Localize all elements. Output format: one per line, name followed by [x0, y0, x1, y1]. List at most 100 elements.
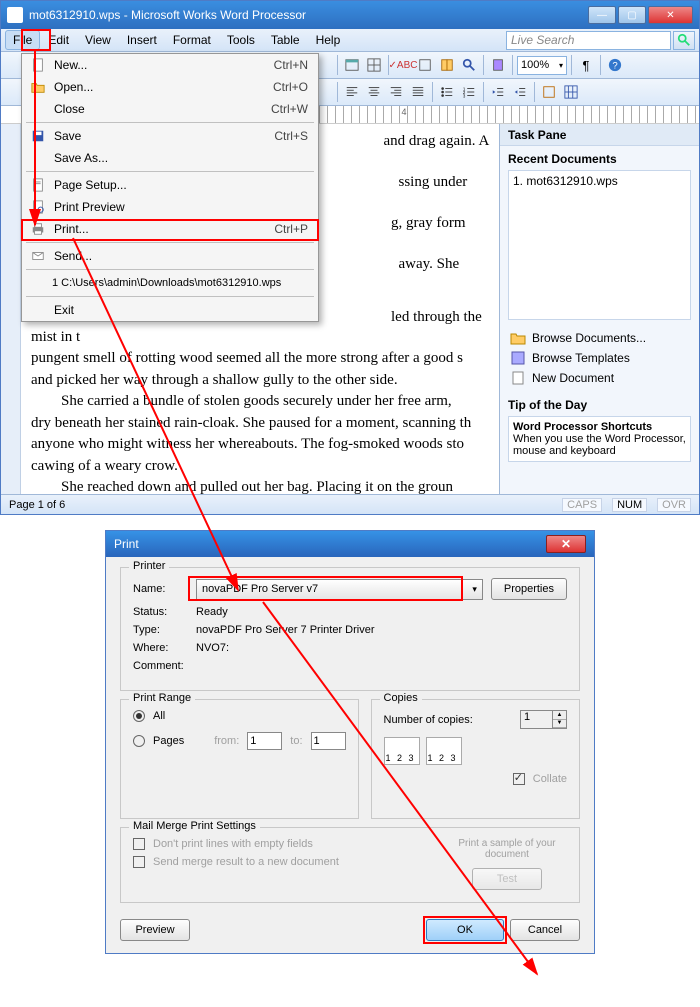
copies-spinner[interactable]: 1 ▲▼ — [520, 710, 567, 729]
datetime-icon[interactable] — [342, 55, 362, 75]
menu-recent-1[interactable]: 1 C:\Users\admin\Downloads\mot6312910.wp… — [22, 272, 318, 294]
separator — [337, 55, 338, 75]
status-num: NUM — [612, 498, 647, 512]
menu-new[interactable]: New...Ctrl+N — [22, 54, 318, 76]
search-go-button[interactable] — [673, 31, 695, 50]
spellcheck-icon[interactable]: ✓ABC — [393, 55, 413, 75]
comment-label: Comment: — [133, 660, 188, 672]
browse-documents-link[interactable]: Browse Documents... — [508, 328, 691, 348]
help-icon[interactable]: ? — [605, 55, 625, 75]
insert-table-icon[interactable] — [561, 82, 581, 102]
menu-open[interactable]: Open...Ctrl+O — [22, 76, 318, 98]
task-pane-title: Task Pane — [500, 124, 699, 146]
table-icon[interactable] — [364, 55, 384, 75]
menu-save-as[interactable]: Save As... — [22, 147, 318, 169]
svg-text:?: ? — [612, 61, 617, 72]
radio-all[interactable] — [133, 710, 145, 722]
window-title: mot6312910.wps - Microsoft Works Word Pr… — [29, 8, 586, 22]
collate-checkbox[interactable] — [513, 773, 525, 785]
new-icon — [28, 57, 48, 73]
printer-icon — [28, 221, 48, 237]
sample-text: Print a sample of your document — [447, 838, 567, 860]
printer-legend: Printer — [129, 560, 169, 572]
to-input[interactable] — [311, 732, 346, 750]
cancel-button[interactable]: Cancel — [510, 919, 580, 941]
menu-edit[interactable]: Edit — [40, 30, 77, 50]
magnifier-icon — [677, 33, 691, 47]
separator — [483, 55, 484, 75]
menu-send[interactable]: Send... — [22, 245, 318, 267]
mail-merge-group: Mail Merge Print Settings Don't print li… — [120, 827, 580, 903]
menu-help[interactable]: Help — [308, 30, 349, 50]
tip-section: Tip of the Day Word Processor Shortcuts … — [500, 392, 699, 466]
recent-title: Recent Documents — [508, 152, 691, 166]
menu-save[interactable]: SaveCtrl+S — [22, 125, 318, 147]
task-pane: Task Pane Recent Documents 1. mot6312910… — [499, 124, 699, 494]
print-preview-icon — [28, 199, 48, 215]
new-document-link[interactable]: New Document — [508, 368, 691, 388]
ok-button[interactable]: OK — [426, 919, 504, 941]
menu-print[interactable]: Print...Ctrl+P — [22, 218, 318, 240]
menu-page-setup[interactable]: Page Setup... — [22, 174, 318, 196]
close-button[interactable]: ✕ — [648, 6, 693, 24]
menu-print-preview[interactable]: Print Preview — [22, 196, 318, 218]
align-left-icon[interactable] — [342, 82, 362, 102]
menu-format[interactable]: Format — [165, 30, 219, 50]
minimize-button[interactable]: — — [588, 6, 616, 24]
radio-pages[interactable] — [133, 735, 145, 747]
indent-icon[interactable] — [510, 82, 530, 102]
menu-insert[interactable]: Insert — [119, 30, 165, 50]
preview-button[interactable]: Preview — [120, 919, 190, 941]
ncopies-label: Number of copies: — [384, 714, 473, 726]
properties-button[interactable]: Properties — [491, 578, 567, 600]
align-right-icon[interactable] — [386, 82, 406, 102]
dialog-close-button[interactable]: ✕ — [546, 535, 586, 553]
app-icon — [7, 7, 23, 23]
range-legend: Print Range — [129, 692, 195, 704]
align-center-icon[interactable] — [364, 82, 384, 102]
merge-opt2-checkbox[interactable] — [133, 856, 145, 868]
status-caps: CAPS — [562, 498, 602, 512]
thesaurus-icon[interactable] — [415, 55, 435, 75]
links-section: Browse Documents... Browse Templates New… — [500, 324, 699, 392]
outdent-icon[interactable] — [488, 82, 508, 102]
template-icon — [510, 351, 526, 365]
from-label: from: — [214, 735, 239, 747]
bullets-icon[interactable] — [437, 82, 457, 102]
maximize-button[interactable]: ▢ — [618, 6, 646, 24]
name-label: Name: — [133, 583, 188, 595]
browse-templates-link[interactable]: Browse Templates — [508, 348, 691, 368]
align-justify-icon[interactable] — [408, 82, 428, 102]
menu-table[interactable]: Table — [263, 30, 308, 50]
format-gallery-icon[interactable] — [539, 82, 559, 102]
menu-file[interactable]: File — [5, 30, 40, 50]
where-label: Where: — [133, 642, 188, 654]
menu-close[interactable]: CloseCtrl+W — [22, 98, 318, 120]
dictionary-icon[interactable] — [437, 55, 457, 75]
pilcrow-icon[interactable]: ¶ — [576, 55, 596, 75]
separator — [600, 55, 601, 75]
page-setup-icon — [28, 177, 48, 193]
printer-name-select[interactable]: novaPDF Pro Server v7 — [196, 579, 483, 600]
from-input[interactable] — [247, 732, 282, 750]
search-input[interactable] — [506, 31, 671, 50]
menu-exit[interactable]: Exit — [22, 299, 318, 321]
merge-opt1-checkbox[interactable] — [133, 838, 145, 850]
numbering-icon[interactable]: 123 — [459, 82, 479, 102]
menu-tools[interactable]: Tools — [219, 30, 263, 50]
svg-text:3: 3 — [463, 93, 466, 98]
menu-view[interactable]: View — [77, 30, 119, 50]
research-icon[interactable] — [459, 55, 479, 75]
where-value: NVO7: — [196, 642, 229, 654]
address-book-icon[interactable] — [488, 55, 508, 75]
test-button[interactable]: Test — [472, 868, 542, 890]
type-value: novaPDF Pro Server 7 Printer Driver — [196, 624, 375, 636]
recent-item[interactable]: 1. mot6312910.wps — [513, 173, 686, 189]
separator — [534, 82, 535, 102]
collate-preview — [384, 737, 568, 765]
folder-open-icon — [510, 331, 526, 345]
zoom-select[interactable]: 100%▾ — [517, 56, 567, 75]
separator — [432, 82, 433, 102]
status-label: Status: — [133, 606, 188, 618]
dialog-titlebar: Print ✕ — [106, 531, 594, 557]
